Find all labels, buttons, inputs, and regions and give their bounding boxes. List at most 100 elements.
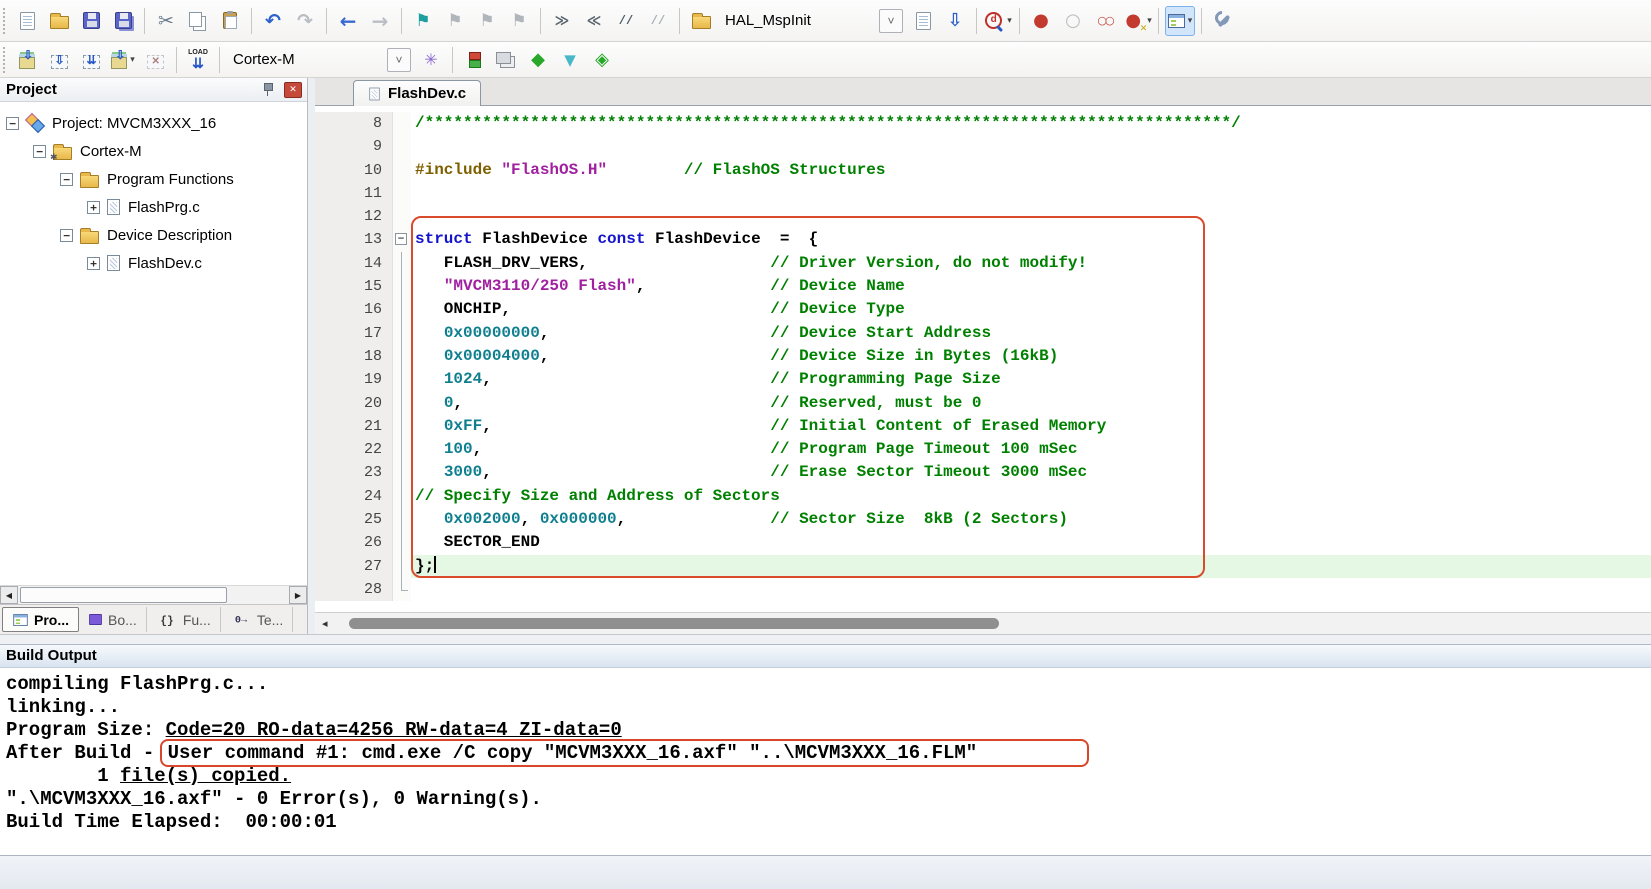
- scroll-left-icon[interactable]: ◀: [0, 586, 18, 604]
- scroll-thumb[interactable]: [20, 587, 227, 603]
- expander-plus-icon[interactable]: +: [87, 257, 100, 270]
- code-text[interactable]: [411, 135, 1651, 158]
- new-file-button[interactable]: [12, 6, 42, 36]
- navigate-back-button[interactable]: ←: [333, 6, 363, 36]
- target-select[interactable]: Cortex-M: [225, 47, 383, 73]
- start-debug-session-button[interactable]: ▾: [983, 6, 1013, 36]
- copy-button[interactable]: [183, 6, 213, 36]
- find-in-files-dialog-button[interactable]: [908, 6, 938, 36]
- code-text[interactable]: #include "FlashOS.H" // FlashOS Structur…: [411, 159, 1651, 182]
- bookmark-next-button[interactable]: ⚑: [472, 6, 502, 36]
- file-extensions-button[interactable]: ▼: [555, 45, 585, 75]
- panel-tab-books[interactable]: Bo...: [79, 607, 147, 632]
- code-text[interactable]: 1024, // Programming Page Size: [411, 368, 1651, 391]
- tree-item-program-functions[interactable]: −Program Functions: [0, 165, 307, 193]
- translate-button[interactable]: [12, 45, 42, 75]
- search-box[interactable]: HAL_MspInit: [717, 8, 875, 34]
- bookmark-clear-button[interactable]: ⚑: [504, 6, 534, 36]
- code-text[interactable]: [411, 182, 1651, 205]
- undo-button[interactable]: ↶: [258, 6, 288, 36]
- code-text[interactable]: 0x00004000, // Device Size in Bytes (16k…: [411, 345, 1651, 368]
- configure-tools-button[interactable]: [1208, 6, 1238, 36]
- code-text[interactable]: "MVCM3110/250 Flash", // Device Name: [411, 275, 1651, 298]
- tree-item-flashdev-c[interactable]: +FlashDev.c: [0, 249, 307, 277]
- code-text[interactable]: };: [411, 555, 1651, 578]
- select-device-button[interactable]: ◆: [523, 45, 553, 75]
- incremental-find-button[interactable]: ⇩: [940, 6, 970, 36]
- tree-item-project-root[interactable]: −Project: MVCM3XXX_16: [0, 109, 307, 137]
- expander-plus-icon[interactable]: +: [87, 201, 100, 214]
- rebuild-button[interactable]: [76, 45, 106, 75]
- manage-project-items-button[interactable]: [491, 45, 521, 75]
- uncomment-button[interactable]: //: [643, 6, 673, 36]
- search-dropdown-button[interactable]: ˅: [879, 9, 903, 33]
- expander-minus-icon[interactable]: −: [60, 173, 73, 186]
- save-all-button[interactable]: [108, 6, 138, 36]
- panel-tab-project[interactable]: Pro...: [2, 607, 79, 632]
- code-text[interactable]: 0, // Reserved, must be 0: [411, 392, 1651, 415]
- insert-breakpoint-button[interactable]: ●: [1026, 6, 1056, 36]
- target-dropdown-button[interactable]: ˅: [387, 48, 411, 72]
- code-text[interactable]: FLASH_DRV_VERS, // Driver Version, do no…: [411, 252, 1651, 275]
- editor-tab-flashdev[interactable]: FlashDev.c: [353, 80, 481, 106]
- code-text[interactable]: // Specify Size and Address of Sectors: [411, 485, 1651, 508]
- kill-all-breakpoints-button[interactable]: ●▾: [1122, 6, 1152, 36]
- fold-collapse-icon[interactable]: −: [395, 233, 407, 245]
- enable-breakpoint-button[interactable]: ○: [1058, 6, 1088, 36]
- save-button[interactable]: [76, 6, 106, 36]
- manage-rte-button[interactable]: [459, 45, 489, 75]
- expander-minus-icon[interactable]: −: [33, 145, 46, 158]
- stop-build-button[interactable]: [140, 45, 170, 75]
- window-layout-dropdown-arrow[interactable]: ▾: [1188, 16, 1193, 26]
- bookmark-prev-button[interactable]: ⚑: [440, 6, 470, 36]
- batch-build-button[interactable]: ▾: [108, 45, 138, 75]
- start-debug-session-dropdown-arrow[interactable]: ▾: [1007, 16, 1012, 26]
- bookmark-toggle-button[interactable]: ⚑: [408, 6, 438, 36]
- build-button[interactable]: [44, 45, 74, 75]
- code-text[interactable]: ONCHIP, // Device Type: [411, 298, 1651, 321]
- comment-button[interactable]: //: [611, 6, 641, 36]
- expander-minus-icon[interactable]: −: [60, 229, 73, 242]
- kill-all-breakpoints-dropdown-arrow[interactable]: ▾: [1147, 16, 1152, 26]
- scroll-thumb[interactable]: [349, 618, 999, 629]
- panel-tab-templates[interactable]: 0→Te...: [221, 607, 293, 632]
- cut-button[interactable]: ✂: [151, 6, 181, 36]
- scroll-track[interactable]: [18, 586, 289, 604]
- disable-all-breakpoints-button[interactable]: ○○: [1090, 6, 1120, 36]
- code-text[interactable]: 100, // Program Page Timeout 100 mSec: [411, 438, 1651, 461]
- window-layout-button[interactable]: ▾: [1165, 6, 1195, 36]
- download-to-flash-button[interactable]: [183, 45, 213, 75]
- scroll-left-icon[interactable]: ◂: [322, 617, 328, 630]
- code-text[interactable]: [411, 578, 1651, 601]
- panel-tab-functions[interactable]: {}Fu...: [147, 607, 221, 632]
- scroll-right-icon[interactable]: ▶: [289, 586, 307, 604]
- code-text[interactable]: [411, 205, 1651, 228]
- find-in-files-button[interactable]: [686, 6, 716, 36]
- batch-build-dropdown-arrow[interactable]: ▾: [130, 55, 135, 65]
- expander-minus-icon[interactable]: −: [6, 117, 19, 130]
- close-icon[interactable]: [284, 82, 302, 98]
- outdent-button[interactable]: ≪: [579, 6, 609, 36]
- open-file-button[interactable]: [44, 6, 74, 36]
- tree-item-flashprg-c[interactable]: +FlashPrg.c: [0, 193, 307, 221]
- paste-button[interactable]: [215, 6, 245, 36]
- code-text[interactable]: /***************************************…: [411, 112, 1651, 135]
- tree-item-cortex-m[interactable]: −Cortex-M: [0, 137, 307, 165]
- code-editor[interactable]: 8/**************************************…: [315, 106, 1651, 612]
- code-text[interactable]: 0x00000000, // Device Start Address: [411, 322, 1651, 345]
- code-text[interactable]: 0xFF, // Initial Content of Erased Memor…: [411, 415, 1651, 438]
- panel-splitter[interactable]: [308, 78, 315, 634]
- navigate-forward-button[interactable]: →: [365, 6, 395, 36]
- toolbar-grip[interactable]: [3, 47, 7, 73]
- code-text[interactable]: 0x002000, 0x000000, // Sector Size 8kB (…: [411, 508, 1651, 531]
- indent-button[interactable]: ≫: [547, 6, 577, 36]
- code-text[interactable]: 3000, // Erase Sector Timeout 3000 mSec: [411, 461, 1651, 484]
- toolbar-grip[interactable]: [3, 8, 7, 34]
- target-options-button[interactable]: ✳: [416, 45, 446, 75]
- pin-icon[interactable]: [262, 82, 274, 97]
- code-text[interactable]: SECTOR_END: [411, 531, 1651, 554]
- project-hscrollbar[interactable]: ◀ ▶: [0, 585, 307, 604]
- redo-button[interactable]: ↷: [290, 6, 320, 36]
- tree-item-device-description[interactable]: −Device Description: [0, 221, 307, 249]
- editor-hscrollbar[interactable]: ◂: [315, 612, 1651, 634]
